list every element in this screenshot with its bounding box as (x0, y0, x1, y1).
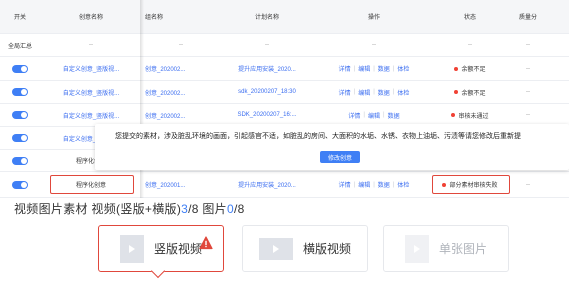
plan-name-link[interactable]: 提升应用安装_2020... (222, 57, 312, 80)
plan-name-link[interactable]: sdk_20200207_18:30 (222, 81, 312, 103)
edit-link[interactable]: 编辑 (358, 180, 370, 189)
check-link[interactable]: 体检 (397, 180, 409, 189)
enable-toggle[interactable] (12, 180, 28, 189)
plan-name-link[interactable]: SDK_20200207_16:... (222, 104, 312, 126)
header-plan-name[interactable]: 计划名称 (222, 0, 312, 33)
creative-name-link[interactable]: 自定义创意_竖版视... (48, 104, 134, 126)
detail-link[interactable]: 详情 (339, 180, 351, 189)
rejection-message: 您提交的素材，涉及脏乱环境的画面，引起感官不适，如脏乱的房间、大面积的水垢、水锈… (115, 133, 521, 140)
data-link[interactable]: 数据 (378, 180, 390, 189)
header-switch: 开关 (13, 15, 26, 21)
table-row: 自定义创意_竖版视... 创意_202002... sdk_20200207_1… (0, 81, 569, 104)
total-group: -- (179, 42, 183, 48)
quality-score: -- (526, 181, 530, 188)
status-text: 审核未通过 (458, 113, 489, 120)
vertical-video-label: 竖版视频 (153, 242, 202, 256)
data-link[interactable]: 数据 (378, 64, 390, 73)
enable-toggle[interactable] (12, 64, 28, 73)
rejection-tooltip: 您提交的素材，涉及脏乱环境的画面，引起感官不适，如脏乱的房间、大面积的水垢、水锈… (95, 124, 569, 170)
status-text: 余额不足 (461, 67, 486, 73)
single-image-tab[interactable]: 单张图片 (383, 225, 509, 272)
material-summary: 视频图片素材 视频(竖版+横版)3/8 图片0/8 (14, 200, 245, 217)
total-plan: -- (265, 42, 269, 48)
plan-name-link[interactable]: 提升应用安装_2020... (222, 172, 312, 197)
detail-link[interactable]: 详情 (339, 64, 351, 73)
header-status[interactable]: 状态 (432, 0, 508, 33)
header-operations: 操作 (367, 15, 380, 21)
group-name-link[interactable]: 创意_202002... (145, 104, 217, 126)
row-operations: 详情 | 编辑 | 数据 | 体检 (338, 64, 410, 74)
total-creative: -- (89, 42, 93, 48)
check-link[interactable]: 体检 (397, 88, 409, 97)
enable-toggle[interactable] (12, 88, 28, 96)
enable-toggle[interactable] (12, 156, 28, 165)
edit-link[interactable]: 编辑 (358, 88, 370, 97)
image-count: 0 (226, 202, 234, 216)
group-name-link[interactable]: 创意_202002... (145, 81, 217, 103)
header-creative-name[interactable]: 创意名称 (48, 0, 134, 33)
quality-score: -- (526, 65, 530, 72)
image-total: /8 (233, 202, 245, 216)
quality-score: -- (526, 89, 530, 95)
row-operations: 详情 | 编辑 | 数据 (348, 111, 400, 120)
play-icon (258, 237, 293, 260)
detail-link[interactable]: 详情 (339, 88, 351, 97)
total-label: 全局汇总 (7, 43, 32, 50)
play-icon (119, 234, 144, 263)
header-group-name[interactable]: 组名称 (145, 0, 217, 33)
table-header: 开关 创意名称 组名称 计划名称 操作 状态 质量分 (0, 0, 569, 34)
video-label: 视频图片素材 视频(竖版+横版) (14, 202, 182, 216)
video-total: /8 (188, 202, 199, 216)
status-text: 余额不足 (461, 90, 486, 97)
status-cell: 余额不足 (432, 57, 508, 80)
enable-toggle[interactable] (12, 134, 28, 142)
highlight-creative-name (50, 175, 134, 194)
horizontal-video-tab[interactable]: 横版视频 (242, 225, 368, 272)
row-operations: 详情 | 编辑 | 数据 | 体检 (338, 88, 410, 97)
error-dot-icon (451, 113, 456, 117)
creative-table: 开关 创意名称 组名称 计划名称 操作 状态 质量分 全局汇总 -- -- --… (0, 0, 569, 198)
total-status: -- (468, 42, 472, 48)
data-link[interactable]: 数据 (388, 111, 400, 120)
data-link[interactable]: 数据 (378, 88, 390, 97)
total-row: 全局汇总 -- -- -- -- -- -- (0, 34, 569, 57)
table-row: 自定义创意_竖版视... 创意_202002... 提升应用安装_2020...… (0, 57, 569, 81)
creative-name-link[interactable]: 自定义创意_竖版视... (48, 57, 134, 80)
highlight-status (432, 175, 510, 194)
image-label: 图片 (198, 202, 227, 216)
image-icon (404, 234, 429, 263)
edit-link[interactable]: 编辑 (368, 111, 380, 120)
edit-link[interactable]: 编辑 (358, 64, 370, 73)
horizontal-video-label: 横版视频 (302, 242, 351, 256)
quality-score: -- (526, 112, 530, 118)
status-cell: 审核未通过 (432, 104, 508, 126)
warning-icon (199, 236, 213, 250)
single-image-label: 单张图片 (438, 242, 487, 256)
detail-link[interactable]: 详情 (348, 111, 360, 120)
header-quality-score[interactable]: 质量分 (508, 0, 548, 33)
total-ops: -- (372, 42, 376, 48)
group-name-link[interactable]: 创意_202001... (145, 172, 217, 197)
creative-name-link[interactable]: 自定义创意_竖版视... (48, 81, 134, 103)
error-dot-icon (454, 66, 459, 71)
status-cell: 余额不足 (432, 81, 508, 103)
enable-toggle[interactable] (12, 111, 28, 119)
error-dot-icon (454, 90, 459, 94)
total-quality: -- (526, 42, 530, 48)
check-link[interactable]: 体检 (397, 64, 409, 73)
modify-creative-button[interactable]: 修改创意 (320, 151, 360, 163)
group-name-link[interactable]: 创意_202002... (145, 57, 217, 80)
row-operations: 详情 | 编辑 | 数据 | 体检 (338, 180, 410, 190)
